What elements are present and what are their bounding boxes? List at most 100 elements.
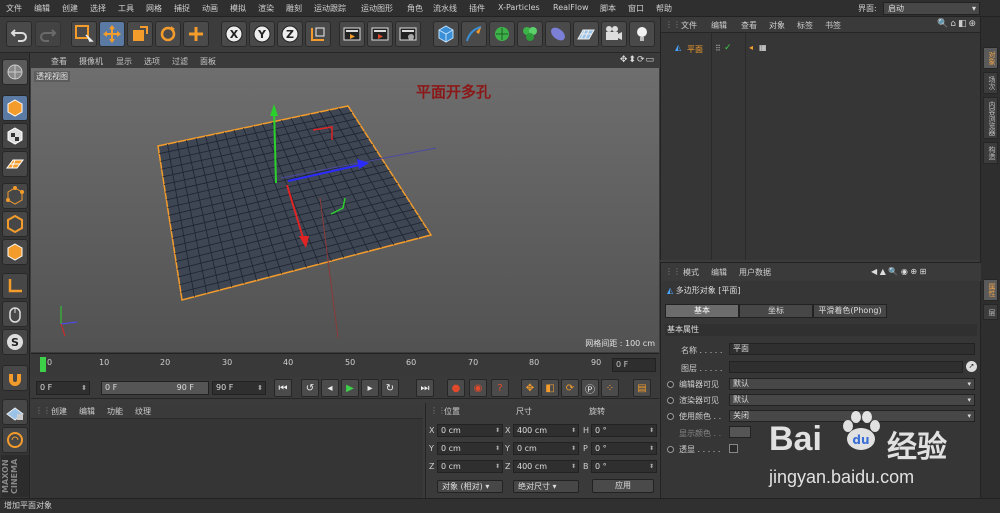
display-color-swatch[interactable] (729, 426, 751, 438)
next-key-button[interactable]: ↻ (381, 379, 399, 397)
coordinate-system-button[interactable] (305, 21, 331, 47)
object-row-plane[interactable]: ◭ 平面 ⠿ ✓ ◂ ▦ (663, 43, 979, 56)
material-list-area[interactable] (31, 419, 423, 498)
end-frame-field[interactable]: 90 F ⬍ (212, 381, 266, 395)
viewport-label[interactable]: 透视视图 (34, 71, 70, 82)
texture-tag-icon[interactable]: ▦ (759, 43, 767, 52)
menu-render[interactable]: 渲染 (258, 3, 274, 14)
menu-edit[interactable]: 编辑 (34, 3, 50, 14)
viewport-menu-options[interactable]: 选项 (144, 56, 160, 67)
undo-button[interactable] (6, 21, 32, 47)
object-name[interactable]: 平面 (687, 44, 703, 55)
pen-button[interactable] (461, 21, 487, 47)
playhead[interactable] (40, 357, 46, 372)
go-to-end-button[interactable]: ⏭ (416, 379, 434, 397)
rot-p-field[interactable]: 0 ° ⬍ (591, 442, 657, 455)
apply-button[interactable]: 应用 (592, 479, 654, 493)
size-x-field[interactable]: 400 cm ⬍ (513, 424, 579, 437)
enabled-check-icon[interactable]: ✓ (724, 43, 732, 53)
coordinate-mode-dropdown[interactable]: 对象 (相对) ▾ (437, 480, 503, 493)
tab-structure[interactable]: 构造 (983, 142, 998, 164)
z-axis-button[interactable]: Z (277, 21, 303, 47)
xray-radio[interactable] (667, 446, 674, 453)
key-rotation-button[interactable]: ⟳ (561, 379, 579, 397)
use-color-radio[interactable] (667, 413, 674, 420)
x-axis-button[interactable]: X (221, 21, 247, 47)
rot-b-field[interactable]: 0 ° ⬍ (591, 460, 657, 473)
tab-coordinates[interactable]: 坐标 (739, 304, 813, 318)
am-menu-mode[interactable]: 模式 (683, 267, 699, 278)
tweak-mode-button[interactable] (2, 301, 28, 327)
material-menu-texture[interactable]: 纹理 (135, 406, 151, 417)
menu-motion-tracking[interactable]: 运动跟踪 (314, 3, 346, 14)
viewport-menu-panel[interactable]: 面板 (200, 56, 216, 67)
model-mode-button[interactable] (2, 95, 28, 121)
om-menu-objects[interactable]: 对象 (769, 20, 785, 31)
om-menu-file[interactable]: 文件 (681, 20, 697, 31)
menu-mograph[interactable]: 运动图形 (361, 3, 393, 14)
workplane-mode-button[interactable] (2, 151, 28, 177)
material-menu-edit[interactable]: 编辑 (79, 406, 95, 417)
pos-x-field[interactable]: 0 cm ⬍ (437, 424, 503, 437)
tab-layers[interactable]: 层 (983, 304, 998, 320)
tab-content-browser[interactable]: 内容浏览器 (983, 97, 998, 139)
om-menu-tags[interactable]: 标签 (797, 20, 813, 31)
cube-button[interactable] (433, 21, 459, 47)
layer-field[interactable] (729, 361, 963, 373)
move-button[interactable] (99, 21, 125, 47)
material-menu-create[interactable]: 创建 (51, 406, 67, 417)
menu-realflow[interactable]: RealFlow (553, 3, 589, 12)
autokey-button[interactable]: ◉ (469, 379, 487, 397)
tab-objects[interactable]: 对象 (983, 47, 998, 69)
go-to-start-button[interactable]: ⏮ (274, 379, 292, 397)
pos-z-field[interactable]: 0 cm ⬍ (437, 460, 503, 473)
size-y-field[interactable]: 0 cm ⬍ (513, 442, 579, 455)
key-scale-button[interactable]: ◧ (541, 379, 559, 397)
menu-sculpt[interactable]: 雕刻 (286, 3, 302, 14)
menu-help[interactable]: 帮助 (656, 3, 672, 14)
previous-frame-button[interactable]: ◂ (321, 379, 339, 397)
render-picture-queue-button[interactable] (367, 21, 393, 47)
next-frame-button[interactable]: ▸ (361, 379, 379, 397)
om-toolbar-icons[interactable]: 🔍⌂◧⊕ (937, 19, 978, 29)
menu-simulate[interactable]: 模拟 (230, 3, 246, 14)
tab-attributes[interactable]: 属性 (983, 279, 998, 301)
material-menu-function[interactable]: 功能 (107, 406, 123, 417)
size-z-field[interactable]: 400 cm ⬍ (513, 460, 579, 473)
layout-dropdown[interactable]: 启动 ▾ (883, 2, 980, 15)
scale-button[interactable] (127, 21, 153, 47)
menu-snap[interactable]: 捕捉 (174, 3, 190, 14)
snap-button[interactable]: S (2, 329, 28, 355)
key-selection-button[interactable]: ? (491, 379, 509, 397)
subdivision-button[interactable] (489, 21, 515, 47)
polygons-mode-button[interactable] (2, 239, 28, 265)
make-editable-button[interactable] (2, 59, 28, 85)
pos-y-field[interactable]: 0 cm ⬍ (437, 442, 503, 455)
menu-file[interactable]: 文件 (6, 3, 22, 14)
current-frame-field[interactable]: 0 F (612, 358, 656, 372)
texture-mode-button[interactable] (2, 123, 28, 149)
light-button[interactable] (629, 21, 655, 47)
camera-button[interactable] (601, 21, 627, 47)
tab-takes[interactable]: 场次 (983, 72, 998, 94)
layer-picker-icon[interactable]: ➚ (966, 361, 977, 372)
render-settings-button[interactable] (395, 21, 421, 47)
key-pla-button[interactable]: ⁘ (601, 379, 619, 397)
deformer-button[interactable] (545, 21, 571, 47)
xray-checkbox[interactable] (729, 444, 738, 453)
om-menu-bookmarks[interactable]: 书签 (825, 20, 841, 31)
am-menu-edit[interactable]: 编辑 (711, 267, 727, 278)
axis-mode-button[interactable] (2, 273, 28, 299)
am-menu-userdata[interactable]: 用户数据 (739, 267, 771, 278)
render-view-button[interactable] (339, 21, 365, 47)
menu-script[interactable]: 脚本 (600, 3, 616, 14)
start-frame-field[interactable]: 0 F ⬍ (36, 381, 90, 395)
key-parameter-button[interactable]: Ⓟ (581, 379, 599, 397)
menu-x-particles[interactable]: X-Particles (498, 3, 540, 12)
perspective-viewport[interactable]: 透视视图 平面开多孔 网格间距 : 100 cm (31, 68, 659, 352)
am-nav-icons[interactable]: ◀ ▲ 🔍 ◉ ⊕ ⊞ (871, 267, 926, 276)
om-menu-view[interactable]: 查看 (741, 20, 757, 31)
range-slider[interactable]: 0 F 90 F (101, 381, 209, 395)
redo-button[interactable] (35, 21, 61, 47)
size-mode-dropdown[interactable]: 绝对尺寸 ▾ (513, 480, 579, 493)
